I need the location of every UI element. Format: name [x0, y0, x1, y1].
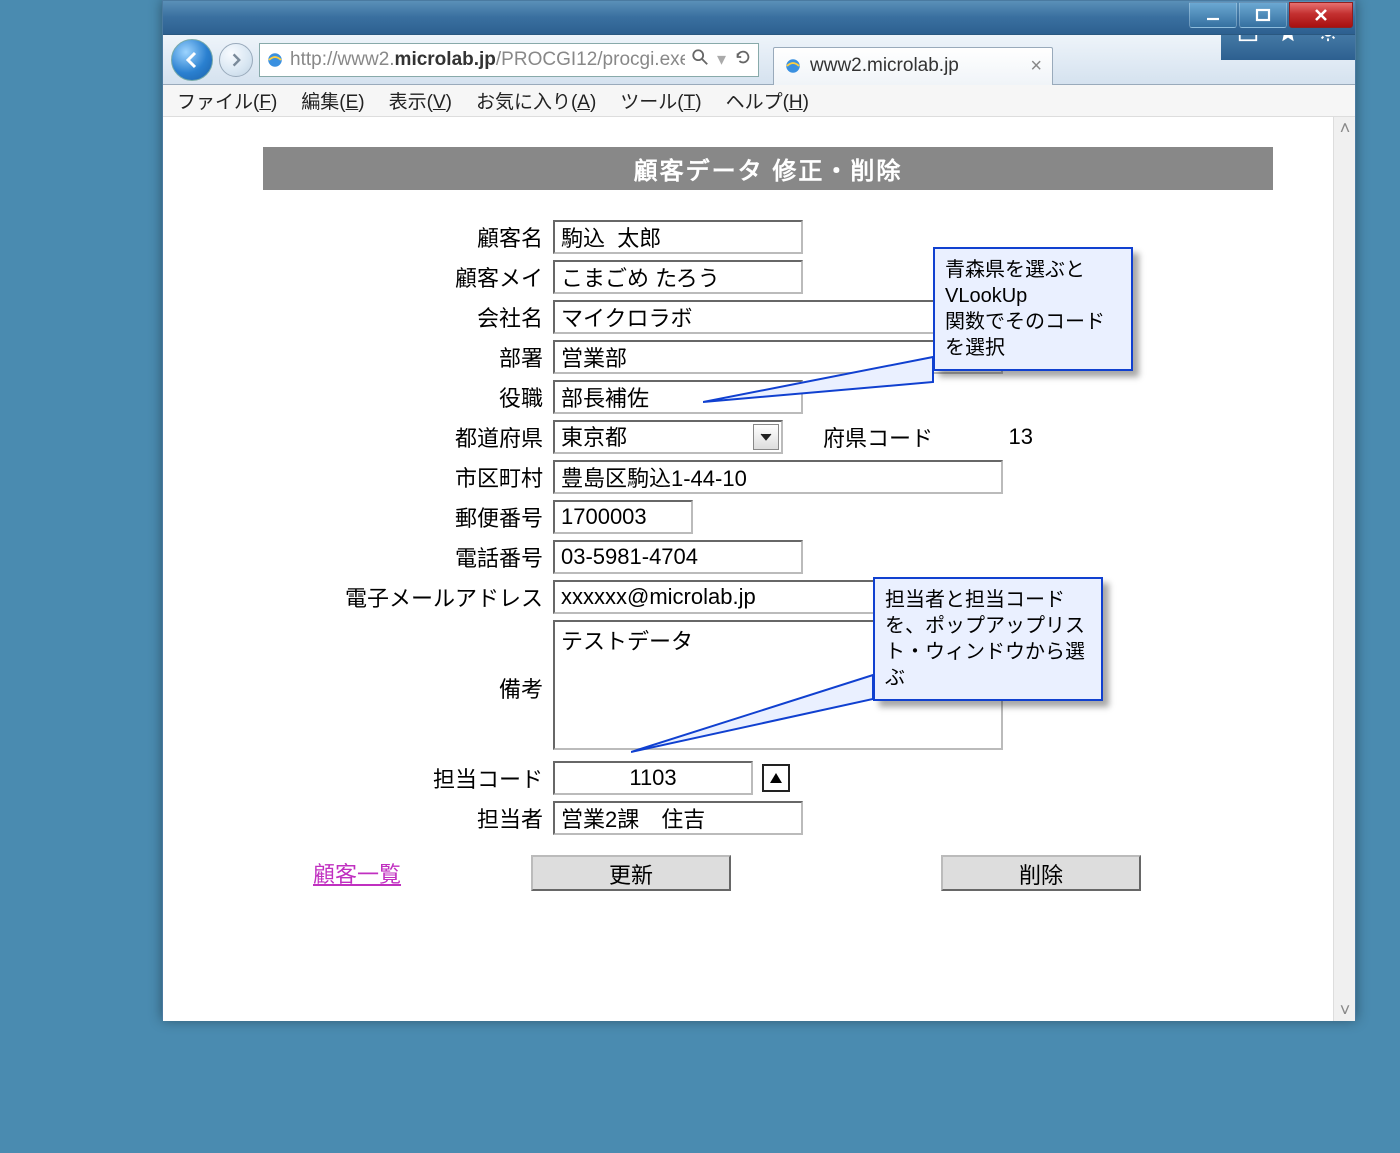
- search-icon[interactable]: [691, 48, 709, 71]
- menu-bar: ファイル(F) 編集(E) 表示(V) お気に入り(A) ツール(T) ヘルプ(…: [163, 85, 1355, 117]
- city-field[interactable]: [553, 460, 1003, 494]
- ie-icon: [266, 51, 284, 69]
- label-name: 顧客名: [263, 221, 553, 253]
- customer-form: 顧客名 顧客メイ 会社名 部署 役職 都道府県 東京都: [263, 220, 1305, 835]
- label-prefcode: 府県コード: [823, 421, 933, 453]
- nav-bar: http://www2.microlab.jp/PROCGI12/procgi.…: [163, 35, 1355, 85]
- pref-select[interactable]: 東京都: [553, 420, 783, 454]
- page-title: 顧客データ 修正・削除: [263, 147, 1273, 190]
- scroll-down-icon[interactable]: ˅: [1334, 999, 1355, 1021]
- ie-icon: [784, 57, 802, 75]
- label-tantou: 担当者: [263, 802, 553, 834]
- label-city: 市区町村: [263, 461, 553, 493]
- callout-tantou: 担当者と担当コードを、ポップアップリスト・ウィンドウから選ぶ: [873, 577, 1103, 701]
- label-pref: 都道府県: [263, 421, 553, 453]
- customer-list-link[interactable]: 顧客一覧: [313, 857, 401, 889]
- popup-list-button[interactable]: [762, 764, 790, 792]
- label-zip: 郵便番号: [263, 501, 553, 533]
- label-email: 電子メールアドレス: [263, 581, 553, 613]
- menu-help[interactable]: ヘルプ(H): [726, 87, 809, 114]
- delete-button[interactable]: 削除: [941, 855, 1141, 891]
- tantou-field[interactable]: [553, 801, 803, 835]
- refresh-icon[interactable]: [734, 48, 752, 71]
- kana-field[interactable]: [553, 260, 803, 294]
- back-button[interactable]: [171, 39, 213, 81]
- update-button[interactable]: 更新: [531, 855, 731, 891]
- menu-favorites[interactable]: お気に入り(A): [476, 87, 596, 114]
- minimize-button[interactable]: [1189, 2, 1237, 28]
- tel-field[interactable]: [553, 540, 803, 574]
- prefcode-value: 13: [973, 424, 1033, 450]
- browser-tab[interactable]: www2.microlab.jp ×: [773, 47, 1053, 85]
- browser-window: http://www2.microlab.jp/PROCGI12/procgi.…: [162, 0, 1356, 1020]
- maximize-button[interactable]: [1239, 2, 1287, 28]
- address-bar[interactable]: http://www2.microlab.jp/PROCGI12/procgi.…: [259, 43, 759, 77]
- zip-field[interactable]: [553, 500, 693, 534]
- label-kana: 顧客メイ: [263, 261, 553, 293]
- tab-strip: www2.microlab.jp ×: [773, 35, 1215, 85]
- close-button[interactable]: [1289, 2, 1353, 28]
- label-tel: 電話番号: [263, 541, 553, 573]
- menu-tools[interactable]: ツール(T): [620, 87, 701, 114]
- label-tantou-code: 担当コード: [263, 762, 553, 794]
- title-field[interactable]: [553, 380, 803, 414]
- close-tab-icon[interactable]: ×: [1030, 55, 1042, 78]
- menu-view[interactable]: 表示(V): [389, 87, 452, 114]
- label-note: 備考: [263, 672, 553, 704]
- label-dept: 部署: [263, 341, 553, 373]
- menu-file[interactable]: ファイル(F): [177, 87, 277, 114]
- title-bar: [163, 1, 1355, 35]
- name-field[interactable]: [553, 220, 803, 254]
- tab-title: www2.microlab.jp: [810, 55, 959, 77]
- label-company: 会社名: [263, 301, 553, 333]
- callout-prefecture: 青森県を選ぶとVLookUp関数でそのコードを選択: [933, 247, 1133, 371]
- page-viewport: ˄ ˅ 顧客データ 修正・削除 顧客名 顧客メイ 会社名 部署 役職 都道府県: [163, 117, 1355, 1021]
- menu-edit[interactable]: 編集(E): [301, 87, 364, 114]
- forward-button[interactable]: [219, 43, 253, 77]
- tantou-code-field[interactable]: [553, 761, 753, 795]
- url-text: http://www2.microlab.jp/PROCGI12/procgi.…: [290, 49, 685, 71]
- label-title: 役職: [263, 381, 553, 413]
